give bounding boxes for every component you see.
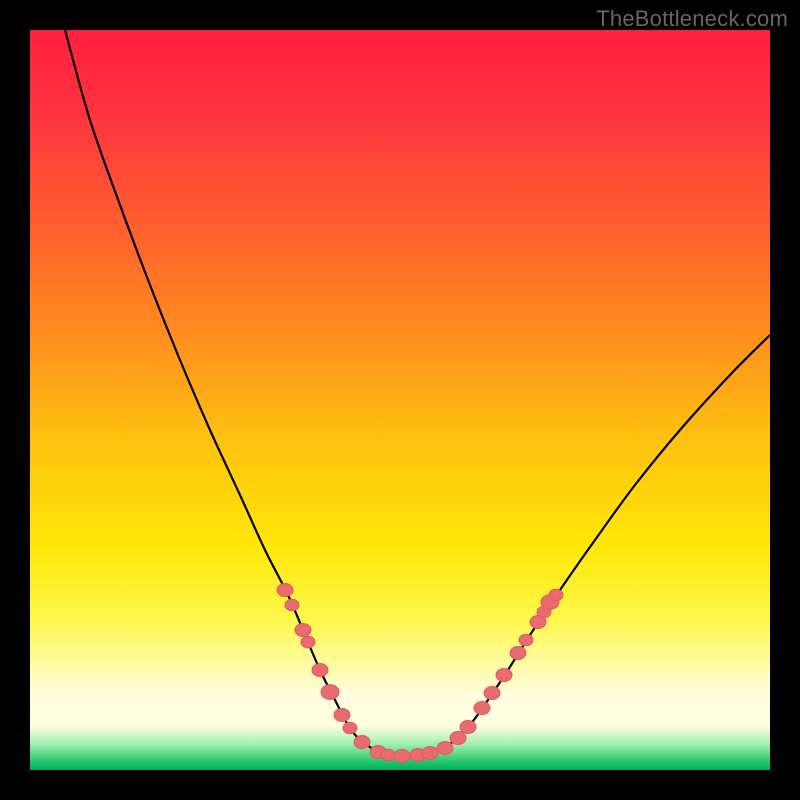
marker-group — [277, 583, 563, 762]
data-marker — [422, 746, 438, 759]
data-marker — [510, 646, 526, 659]
data-marker — [496, 668, 512, 681]
data-marker — [460, 720, 476, 733]
data-marker — [295, 623, 311, 636]
data-marker — [277, 583, 293, 596]
data-marker — [354, 735, 370, 748]
data-marker — [484, 686, 500, 699]
data-marker — [334, 708, 350, 721]
data-marker — [437, 741, 453, 754]
watermark-text: TheBottleneck.com — [596, 6, 788, 32]
data-marker — [312, 663, 328, 676]
curve-overlay — [30, 30, 770, 770]
data-marker — [301, 636, 315, 647]
data-marker — [285, 599, 299, 610]
data-marker — [519, 634, 533, 645]
plot-area — [30, 30, 770, 770]
chart-frame: TheBottleneck.com — [0, 0, 800, 800]
data-marker — [343, 722, 357, 733]
data-marker — [381, 749, 395, 760]
data-marker — [394, 749, 410, 762]
data-marker — [321, 685, 339, 700]
data-marker — [474, 701, 490, 714]
data-marker — [450, 731, 466, 744]
data-marker — [549, 589, 563, 600]
bottleneck-curve — [65, 30, 770, 756]
